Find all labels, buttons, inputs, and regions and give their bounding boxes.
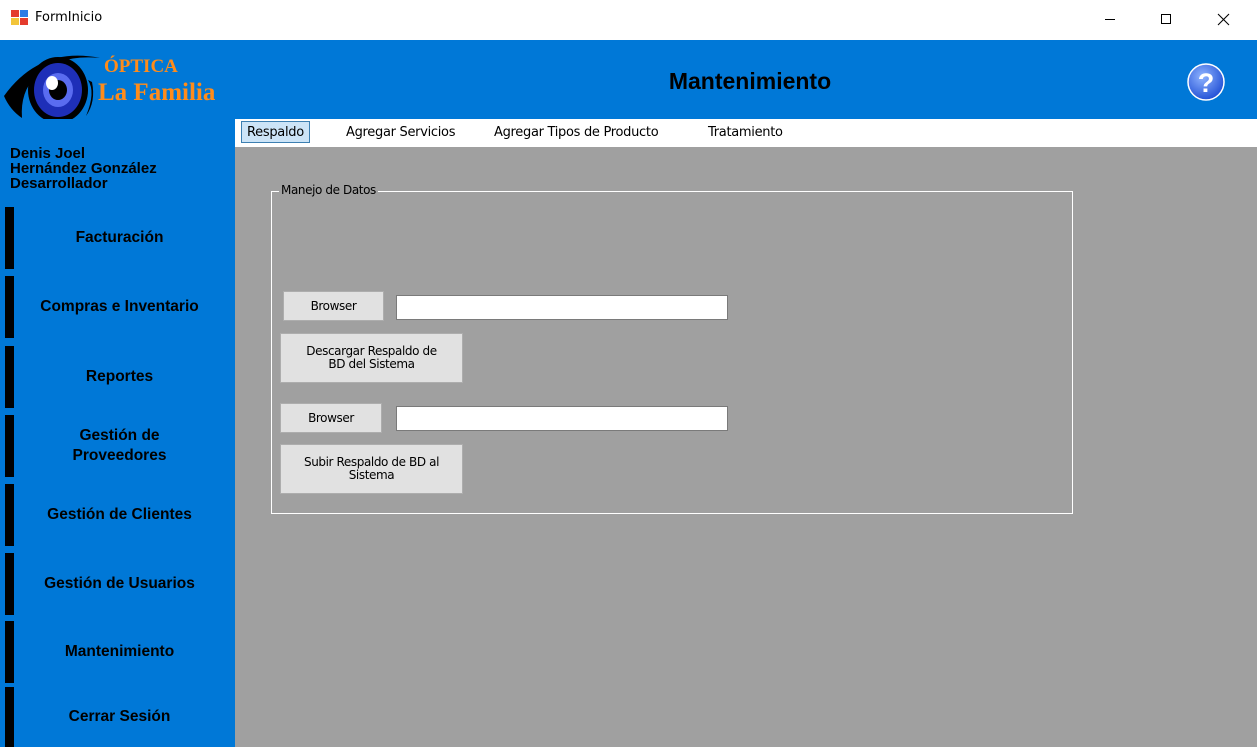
window-title: FormInicio xyxy=(35,10,103,25)
tab-agregar-servicios[interactable]: Agregar Servicios xyxy=(341,121,460,143)
user-last-name: Hernández González xyxy=(10,160,157,177)
download-backup-button[interactable]: Descargar Respaldo de BD del Sistema xyxy=(280,333,463,383)
sidebar-item-label: Facturación xyxy=(75,229,164,246)
maximize-icon xyxy=(1161,14,1171,24)
upload-backup-label-line2: Sistema xyxy=(348,468,395,482)
tab-strip: Respaldo Agregar Servicios Agregar Tipos… xyxy=(235,119,1257,147)
group-title: Manejo de Datos xyxy=(279,183,378,197)
minimize-icon xyxy=(1105,19,1115,20)
sidebar-item-label-line2: Proveedores xyxy=(72,447,167,464)
page-title: Mantenimiento xyxy=(668,68,832,94)
sidebar-item-label-line1: Gestión de xyxy=(79,427,160,444)
sidebar-item-label: Gestión de Clientes xyxy=(47,506,192,523)
maximize-button[interactable] xyxy=(1143,0,1189,38)
close-icon xyxy=(1217,13,1229,25)
sidebar-item-proveedores[interactable]: Gestión de Proveedores xyxy=(5,415,225,477)
download-backup-label-line2: BD del Sistema xyxy=(328,357,415,371)
sidebar-item-mantenimiento[interactable]: Mantenimiento xyxy=(5,621,225,683)
close-button[interactable] xyxy=(1200,0,1246,38)
minimize-button[interactable] xyxy=(1087,0,1133,38)
tab-respaldo[interactable]: Respaldo xyxy=(241,121,310,143)
tab-agregar-tipos-producto[interactable]: Agregar Tipos de Producto xyxy=(489,121,663,143)
sidebar-item-compras-inventario[interactable]: Compras e Inventario xyxy=(5,276,225,338)
optica-logo: ÓPTICA La Familia xyxy=(0,40,235,130)
sidebar-item-label: Compras e Inventario xyxy=(40,298,199,315)
sidebar-item-usuarios[interactable]: Gestión de Usuarios xyxy=(5,553,225,615)
sidebar-item-reportes[interactable]: Reportes xyxy=(5,346,225,408)
svg-text:?: ? xyxy=(1198,68,1215,98)
question-circle-icon: ? xyxy=(1187,63,1225,101)
download-path-field[interactable] xyxy=(396,295,728,320)
user-role: Desarrollador xyxy=(10,175,108,192)
logo-brand-top: ÓPTICA xyxy=(104,55,178,77)
window-titlebar: FormInicio xyxy=(0,0,1257,38)
browse-upload-button[interactable]: Browser xyxy=(280,403,382,433)
sidebar-item-label: Cerrar Sesión xyxy=(68,708,171,725)
logo-brand-bottom: La Familia xyxy=(98,79,216,106)
sidebar-item-facturacion[interactable]: Facturación xyxy=(5,207,225,269)
user-first-name: Denis Joel xyxy=(10,145,86,162)
sidebar-item-clientes[interactable]: Gestión de Clientes xyxy=(5,484,225,546)
sidebar-item-label: Mantenimiento xyxy=(64,643,175,660)
upload-path-field[interactable] xyxy=(396,406,728,431)
user-info: Denis Joel Hernández González Desarrolla… xyxy=(10,146,157,191)
app-icon xyxy=(11,10,28,25)
help-button[interactable]: ? xyxy=(1187,63,1225,101)
sidebar-item-cerrar-sesion[interactable]: Cerrar Sesión xyxy=(5,687,225,747)
tab-tratamiento[interactable]: Tratamiento xyxy=(703,121,788,143)
sidebar-item-label: Gestión de Usuarios xyxy=(44,575,195,592)
browse-download-button[interactable]: Browser xyxy=(283,291,384,321)
sidebar-item-label: Reportes xyxy=(85,368,154,385)
upload-backup-button[interactable]: Subir Respaldo de BD al Sistema xyxy=(280,444,463,494)
